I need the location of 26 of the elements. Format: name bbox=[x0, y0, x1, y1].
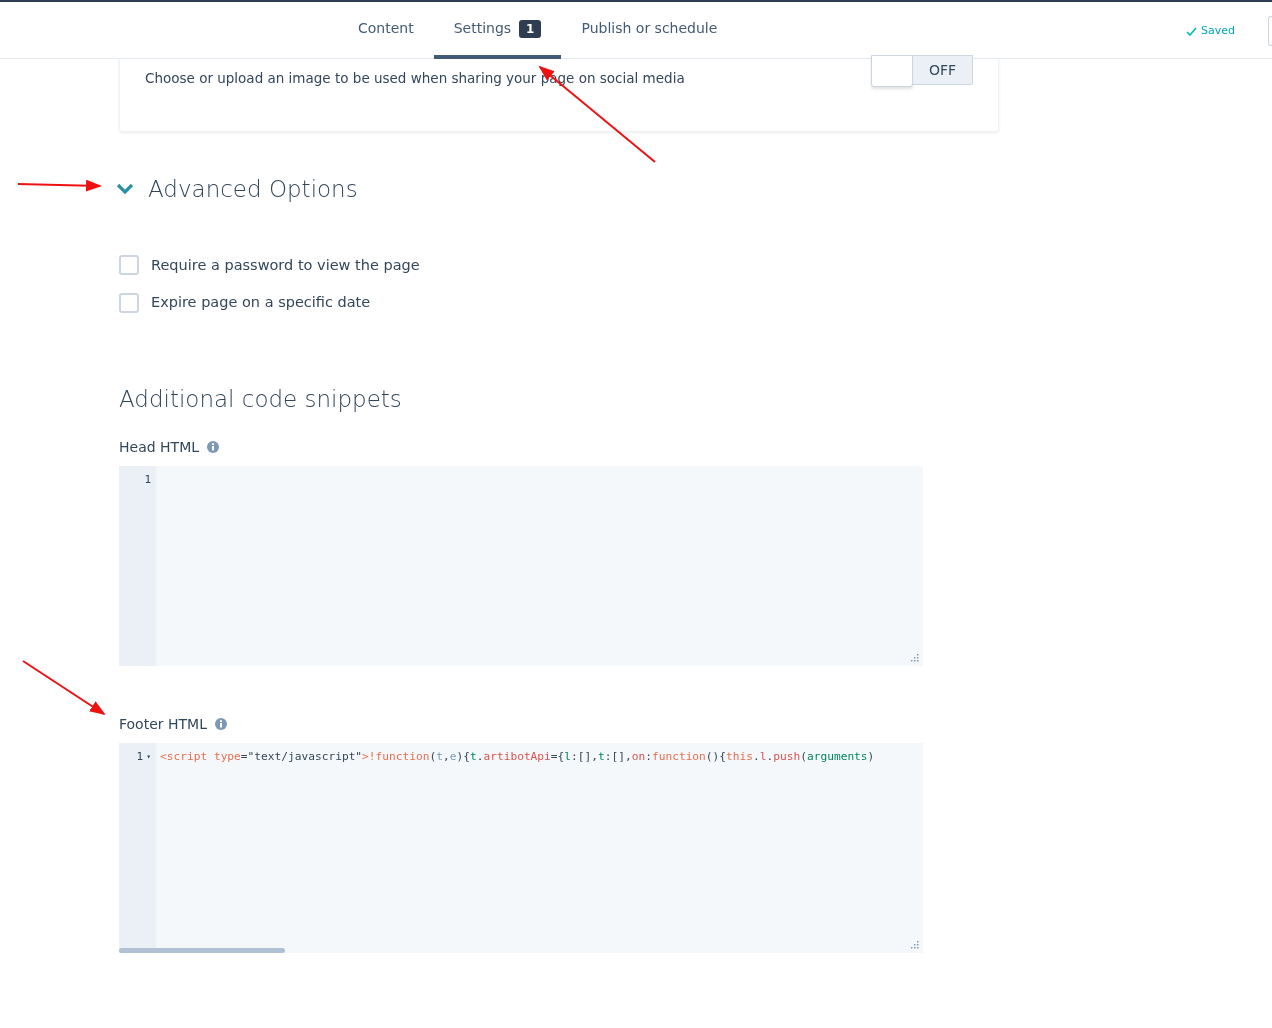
tab[interactable]: Settings 1 bbox=[433, 2, 562, 59]
count-badge: 1 bbox=[519, 20, 542, 38]
fold-toggle[interactable]: ▾ bbox=[146, 748, 151, 765]
chevron-down-icon[interactable] bbox=[116, 183, 134, 196]
button-edge[interactable] bbox=[1268, 16, 1272, 46]
checkbox-label: Expire page on a specific date bbox=[151, 293, 371, 313]
save-status: Saved bbox=[1201, 23, 1235, 39]
section-heading: Additional code snippets bbox=[119, 385, 403, 414]
code-editor[interactable]: 1 bbox=[119, 465, 923, 666]
field-label: Head HTML bbox=[119, 437, 199, 457]
scrollbar[interactable] bbox=[119, 947, 285, 953]
field-label: Footer HTML bbox=[119, 714, 207, 734]
checkbox[interactable] bbox=[119, 293, 139, 314]
code-editor[interactable]: 1 ▾ <script type="text/javascript">!function(t,e){t.artibotApi={l:[],t:[],on:function(){this.l.push(arguments) bbox=[119, 742, 923, 953]
info-icon[interactable] bbox=[207, 441, 219, 453]
tab[interactable]: Content bbox=[338, 2, 434, 59]
line-number: 1 bbox=[136, 748, 144, 765]
resize-handle-icon[interactable] bbox=[910, 652, 919, 662]
resize-handle-icon[interactable] bbox=[910, 939, 919, 949]
checkbox[interactable] bbox=[119, 255, 139, 276]
info-icon[interactable] bbox=[214, 718, 227, 730]
tab[interactable]: Publish or schedule bbox=[561, 2, 738, 59]
line-number: 1 bbox=[144, 471, 151, 488]
checkbox-label: Require a password to view the page bbox=[151, 255, 420, 275]
section-heading: Advanced Options bbox=[148, 175, 358, 204]
code-line: <script type="text/javascript">!function(t,e){t.artibotApi={l:[],t:[],on:function(){this.l.push(arguments) bbox=[160, 749, 875, 763]
